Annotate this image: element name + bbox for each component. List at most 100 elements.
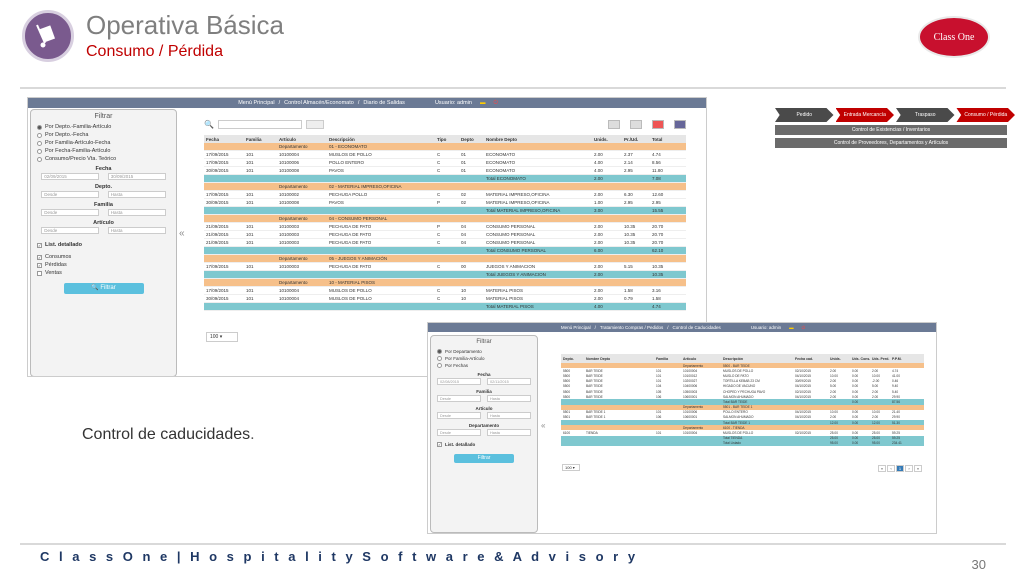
table-row[interactable]: 6100 TIENDA 101 10100004 MUSLOS DE POLLO 02/1… bbox=[561, 430, 924, 435]
depto-from-input-2[interactable]: Desde bbox=[437, 429, 481, 436]
column-header[interactable]: P.P.M. bbox=[892, 357, 912, 361]
depto-from-input[interactable]: Desde bbox=[41, 191, 100, 198]
articulo-from-input-2[interactable]: Desde bbox=[437, 412, 481, 419]
department-row[interactable]: Departamento 05 - JUEGOS Y ANIMACIÓN bbox=[204, 255, 686, 263]
column-header[interactable]: Fecha bbox=[204, 137, 246, 142]
radio-button[interactable] bbox=[37, 124, 42, 130]
table-row[interactable]: 17/09/2015 101 10100006 POLLO ENTERO C 01 ECON… bbox=[204, 159, 686, 167]
table-row[interactable]: 5500 BAR TEIDE 105 10500003 CHOPED Y PECHUGA… bbox=[561, 389, 924, 394]
column-header[interactable]: Tipo bbox=[437, 137, 461, 142]
filter-option[interactable]: Consumo/Precio Vta. Teórico bbox=[31, 155, 176, 163]
printer-icon[interactable] bbox=[674, 120, 686, 129]
fecha-from-input-2[interactable]: 02/08/2015 bbox=[437, 378, 481, 385]
filter-option[interactable]: Por Fechas bbox=[431, 362, 537, 369]
table-row[interactable]: 30/09/2015 101 10100004 MUSLOS DE POLLO C 10 M… bbox=[204, 295, 686, 303]
detalle-checkbox[interactable]: ✓ bbox=[37, 242, 42, 248]
total-row[interactable]: Total MATERIAL PISOS 4.00 4.74 bbox=[204, 303, 686, 311]
table-row[interactable]: 17/09/2015 101 10100004 MUSLOS DE POLLO C 10 M… bbox=[204, 287, 686, 295]
filter-option[interactable]: Por Fecha-Familia-Artículo bbox=[31, 147, 176, 155]
column-header[interactable]: Descripción bbox=[329, 137, 437, 142]
column-header[interactable]: Uds. Perd. bbox=[872, 357, 892, 361]
total-row[interactable]: Total JUEGOS Y ANIMACION 2.00 10.35 bbox=[204, 271, 686, 279]
page-button[interactable]: › bbox=[905, 465, 913, 472]
column-header[interactable]: Nombre Depto bbox=[586, 357, 656, 361]
power-icon-2[interactable]: ⏻ bbox=[802, 325, 806, 330]
column-header[interactable]: Depto. bbox=[561, 357, 586, 361]
table-row[interactable]: 5500 BAR TEIDE 101 10100004 MUSLOS DE POLLO 0… bbox=[561, 368, 924, 373]
print-icon[interactable] bbox=[630, 120, 642, 129]
depto-to-input-2[interactable]: Hasta bbox=[487, 429, 531, 436]
table-row[interactable]: 5501 BAR TEIDE 1 101 10100006 POLLO ENTERO 04… bbox=[561, 410, 924, 415]
column-header[interactable]: Descripción bbox=[723, 357, 795, 361]
radio-button[interactable] bbox=[37, 156, 42, 162]
table-row[interactable]: 21/09/2015 101 10100003 PECHUGA DE PATO P 04 C… bbox=[204, 223, 686, 231]
total-row[interactable]: Total Listado 95.00 0.00 95.00 234.41 bbox=[561, 440, 924, 446]
department-row[interactable]: Departamento 01 - ECONOMATO bbox=[204, 143, 686, 151]
filter-button[interactable]: 🔍 Filtrar bbox=[63, 283, 144, 294]
checkbox[interactable]: ✓ bbox=[37, 262, 42, 268]
type-check[interactable]: ✓ Pérdidas bbox=[31, 261, 176, 269]
table-row[interactable]: 21/09/2015 101 10100003 PECHUGA DE PATO C 04 C… bbox=[204, 231, 686, 239]
breadcrumb-item[interactable]: Control Almacén/Economato bbox=[284, 100, 354, 106]
filter-button-2[interactable]: Filtrar bbox=[454, 454, 514, 463]
type-check[interactable]: Ventas bbox=[31, 269, 176, 277]
page-size-select-2[interactable]: 100 ▾ bbox=[562, 464, 580, 471]
fecha-from-input[interactable]: 02/09/2015 bbox=[41, 173, 100, 180]
department-row[interactable]: Departamento 10 - MATERIAL PISOS bbox=[204, 279, 686, 287]
depto-to-input[interactable]: Hasta bbox=[107, 191, 166, 198]
checkbox[interactable]: ✓ bbox=[37, 254, 42, 260]
radio-button[interactable] bbox=[437, 349, 442, 354]
filter-option[interactable]: Por Depto.-Fecha bbox=[31, 131, 176, 139]
filter-option[interactable]: Por Departamento bbox=[431, 348, 537, 355]
column-header[interactable]: Pr./Ud. bbox=[624, 137, 652, 142]
table-row[interactable]: 5500 BAR TEIDE 101 10100012 MUSLO DE PATO 04/… bbox=[561, 373, 924, 378]
column-header[interactable]: Depto bbox=[461, 137, 486, 142]
excel-icon[interactable] bbox=[608, 120, 620, 129]
page-button[interactable]: » bbox=[914, 465, 922, 472]
filter-option[interactable]: Por Depto.-Familia-Artículo bbox=[31, 123, 176, 131]
page-size-select[interactable]: 100 ▾ bbox=[206, 332, 238, 342]
type-check[interactable]: ✓ Consumos bbox=[31, 253, 176, 261]
filter-option[interactable]: Por Familia-Artículo bbox=[431, 355, 537, 362]
column-header[interactable]: Unids. bbox=[830, 357, 852, 361]
breadcrumb-item[interactable]: Tratamiento Compras / Pedidos bbox=[600, 325, 663, 330]
articulo-to-input-2[interactable]: Hasta bbox=[487, 412, 531, 419]
column-header[interactable]: Artículo bbox=[683, 357, 723, 361]
eye-icon[interactable] bbox=[305, 120, 324, 129]
radio-button[interactable] bbox=[37, 140, 42, 146]
detalle-checkbox-2[interactable]: ✓ bbox=[437, 442, 442, 447]
collapse-icon[interactable]: « bbox=[179, 228, 185, 239]
department-row[interactable]: Departamento 02 - MATERIAL IMPRESO,OFICIN… bbox=[204, 183, 686, 191]
table-row[interactable]: 17/09/2015 101 10100004 MUSLOS DE POLLO C 01 E… bbox=[204, 151, 686, 159]
total-row[interactable]: Total ECONOMATO 2.00 7.08 bbox=[204, 175, 686, 183]
table-row[interactable]: 17/09/2015 101 10100002 PECHUGA POLLO C 02 MAT… bbox=[204, 191, 686, 199]
familia-from-input[interactable]: Desde bbox=[41, 209, 100, 216]
column-header[interactable]: Unids. bbox=[594, 137, 624, 142]
breadcrumb-item[interactable]: Control de Caducidades bbox=[673, 325, 721, 330]
column-header[interactable]: Familia bbox=[656, 357, 683, 361]
familia-to-input-2[interactable]: Hasta bbox=[487, 395, 531, 402]
table-row[interactable]: 17/09/2015 101 10100003 PECHUGA DE PATO C 00 J… bbox=[204, 263, 686, 271]
column-header[interactable]: Nombre Depto bbox=[486, 137, 594, 142]
table-row[interactable]: 5500 BAR TEIDE 106 10600001 SALMON AHUMADO 04… bbox=[561, 394, 924, 399]
column-header[interactable]: Familia bbox=[246, 137, 279, 142]
column-header[interactable]: Fecha cad. bbox=[795, 357, 830, 361]
articulo-from-input[interactable]: Desde bbox=[41, 227, 100, 234]
fecha-to-input-2[interactable]: 02/11/2015 bbox=[487, 378, 531, 385]
column-header[interactable]: Artículo bbox=[279, 137, 329, 142]
radio-button[interactable] bbox=[437, 363, 442, 368]
table-row[interactable]: 30/09/2015 101 10100008 PAVOS P 02 MATERIAL IM… bbox=[204, 199, 686, 207]
table-row[interactable]: 5501 BAR TEIDE 1 106 10600001 SALMON AHUMADO… bbox=[561, 415, 924, 420]
search-input[interactable] bbox=[217, 120, 302, 129]
department-row[interactable]: Departamento 04 - CONSUMO PERSONAL bbox=[204, 215, 686, 223]
radio-button[interactable] bbox=[437, 356, 442, 361]
familia-from-input-2[interactable]: Desde bbox=[437, 395, 481, 402]
table-row[interactable]: 5500 BAR TEIDE 101 10200027 TORTILLA KEBAB 2… bbox=[561, 379, 924, 384]
radio-button[interactable] bbox=[37, 148, 42, 154]
table-row[interactable]: 21/09/2015 101 10100003 PECHUGA DE PATO C 04 C… bbox=[204, 239, 686, 247]
page-button[interactable]: « bbox=[878, 465, 886, 472]
column-header[interactable]: Uds. Cons. bbox=[852, 357, 872, 361]
familia-to-input[interactable]: Hasta bbox=[107, 209, 166, 216]
checkbox[interactable] bbox=[37, 270, 42, 276]
fecha-to-input[interactable]: 30/09/2015 bbox=[107, 173, 166, 180]
